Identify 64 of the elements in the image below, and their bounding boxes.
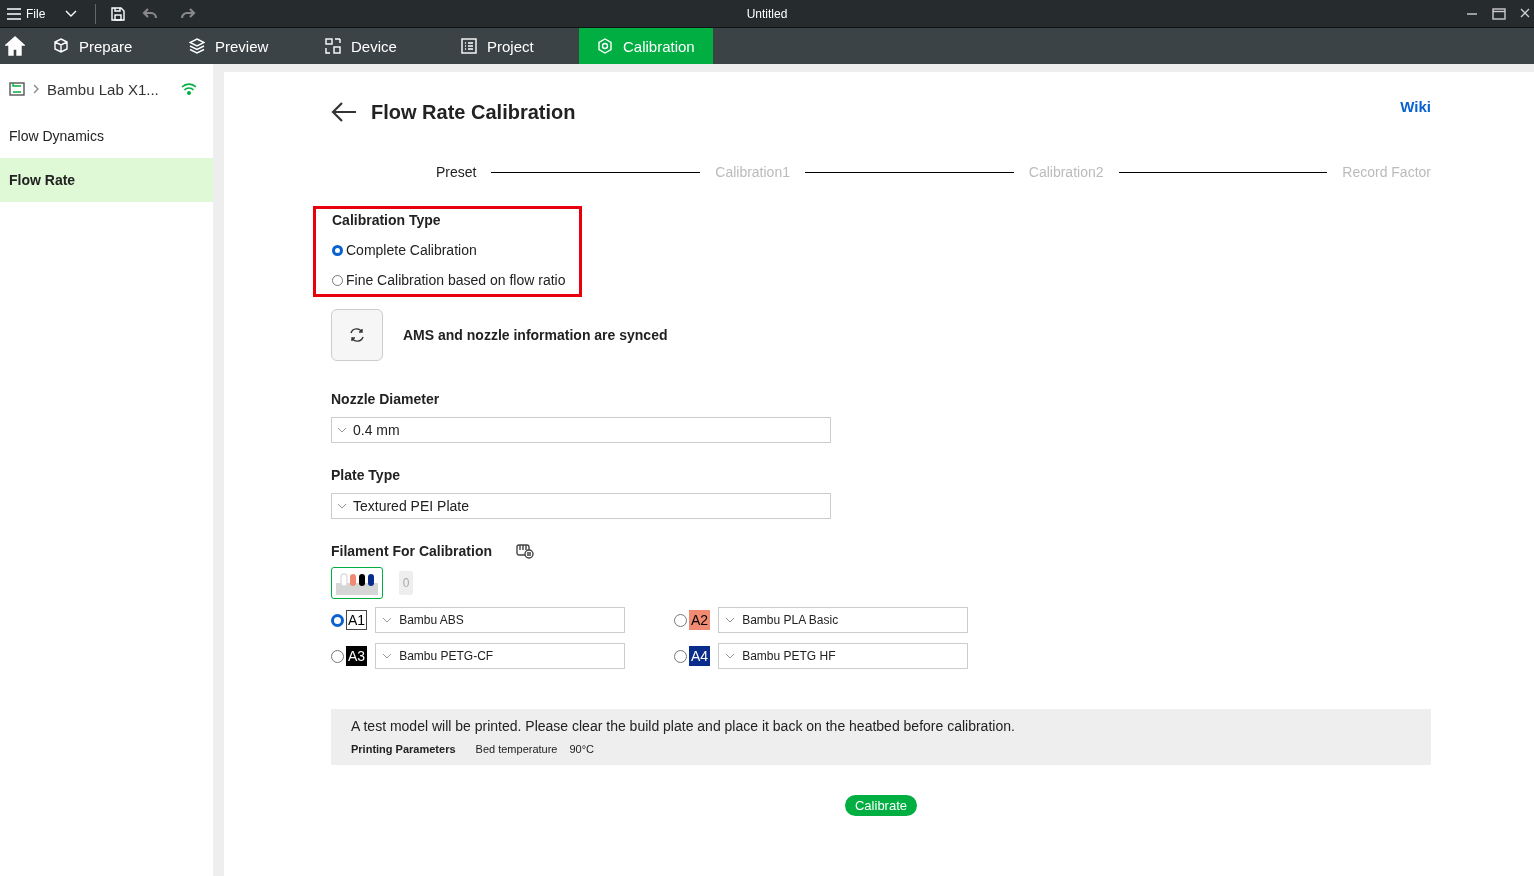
slot-tag: A2: [689, 610, 711, 630]
close-icon[interactable]: [1520, 7, 1530, 18]
sync-status: AMS and nozzle information are synced: [403, 327, 668, 343]
wiki-link[interactable]: Wiki: [1400, 98, 1431, 115]
chevron-down-icon: [725, 653, 736, 659]
nav-tab[interactable]: Project: [443, 28, 561, 64]
ams-unit-tab[interactable]: [331, 567, 383, 599]
redo-icon[interactable]: [180, 6, 197, 21]
radio-label[interactable]: Fine Calibration based on flow ratio: [346, 272, 566, 288]
step-label: Record Factor: [1342, 164, 1431, 180]
chevron-down-icon: [382, 653, 393, 659]
refresh-icon: [348, 327, 366, 343]
slot-tag: A1: [346, 610, 368, 630]
sidebar-item[interactable]: Flow Rate: [0, 158, 213, 202]
filament-dropdown[interactable]: Bambu PLA Basic: [718, 607, 969, 633]
slot-tag: A4: [689, 646, 711, 666]
device-name[interactable]: Bambu Lab X1...: [47, 80, 159, 98]
field-label: Nozzle Diameter: [331, 391, 441, 407]
layers-icon: [189, 38, 205, 54]
undo-icon[interactable]: [142, 6, 159, 21]
nav-tab[interactable]: Preview: [171, 28, 289, 64]
filament-dropdown[interactable]: Bambu PETG-CF: [375, 643, 626, 669]
step-label: Calibration1: [715, 164, 790, 180]
printer-icon: [9, 82, 25, 96]
device-icon: [325, 38, 341, 54]
home-icon[interactable]: [5, 36, 25, 56]
menu-icon: [6, 6, 22, 21]
step-label: Preset: [436, 164, 477, 180]
sync-button[interactable]: [331, 309, 383, 361]
radio-button[interactable]: [332, 244, 343, 256]
field-label: Plate Type: [331, 467, 401, 483]
params-label: Printing Parameters: [351, 743, 456, 755]
chevron-down-icon[interactable]: [65, 9, 78, 18]
cube-icon: [53, 38, 69, 54]
section-label: Calibration Type: [332, 212, 442, 228]
chevron-down-icon: [337, 503, 347, 509]
chevron-down-icon: [382, 617, 393, 623]
filament-dropdown[interactable]: Bambu PETG HF: [718, 643, 969, 669]
nav-tab[interactable]: Device: [307, 28, 425, 64]
list-icon: [461, 38, 477, 54]
window-title: Untitled: [746, 6, 788, 21]
save-icon[interactable]: [110, 5, 127, 22]
notice-text: A test model will be printed. Please clear the build plate and place it back on the heatbed before calibration.: [351, 718, 1016, 734]
param-value: 90°C: [569, 743, 595, 755]
chevron-down-icon: [725, 617, 736, 623]
nav-tab[interactable]: Prepare: [35, 28, 153, 64]
slot-tag: A3: [346, 646, 368, 666]
nozzle-dropdown[interactable]: 0.4 mm: [331, 417, 831, 443]
filament-sync-icon[interactable]: [516, 543, 534, 559]
param-name: Bed temperature: [475, 743, 558, 755]
page-title: Flow Rate Calibration: [371, 100, 576, 124]
field-label: Filament For Calibration: [331, 543, 492, 559]
file-menu-button[interactable]: File: [0, 0, 52, 27]
plate-dropdown[interactable]: Textured PEI Plate: [331, 493, 831, 519]
radio-label[interactable]: Complete Calibration: [346, 242, 477, 258]
wifi-icon: [180, 83, 197, 95]
chevron-right-icon: [33, 84, 39, 94]
sidebar-item[interactable]: Flow Dynamics: [0, 114, 213, 158]
gear-icon: [597, 38, 613, 54]
back-arrow-icon[interactable]: [331, 102, 357, 122]
maximize-icon[interactable]: [1492, 7, 1506, 20]
step-label: Calibration2: [1028, 164, 1104, 180]
filament-dropdown[interactable]: Bambu ABS: [375, 607, 626, 633]
chevron-down-icon: [337, 427, 347, 433]
